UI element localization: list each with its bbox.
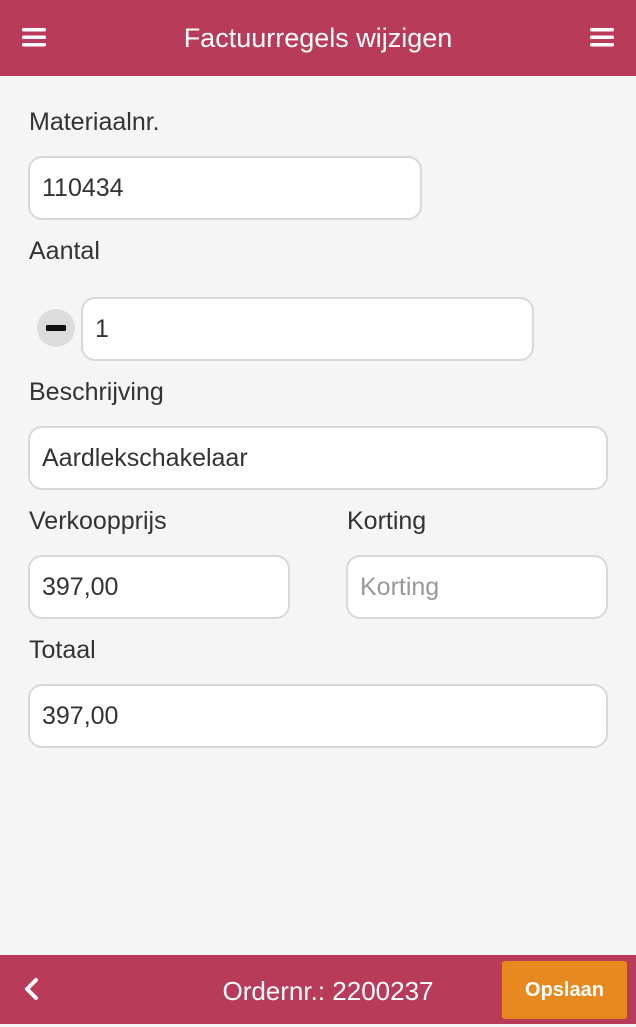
discount-input[interactable]: [346, 555, 608, 619]
sale-price-input[interactable]: [28, 555, 290, 619]
total-input[interactable]: [28, 684, 608, 748]
quantity-label: Aantal: [29, 237, 100, 265]
price-label: Verkoopprijs: [29, 507, 167, 535]
description-input[interactable]: [28, 426, 608, 490]
save-button[interactable]: Opslaan: [502, 961, 627, 1019]
material-label: Materiaalnr.: [29, 108, 160, 136]
options-menu-icon[interactable]: [588, 24, 616, 52]
total-label: Totaal: [29, 636, 96, 664]
page-title: Factuurregels wijzigen: [183, 23, 453, 53]
material-number-input[interactable]: [28, 156, 422, 220]
quantity-input[interactable]: [81, 297, 534, 361]
order-number: Ordernr.: 2200237: [222, 976, 434, 1006]
app-header: Factuurregels wijzigen: [0, 0, 636, 76]
description-label: Beschrijving: [29, 378, 164, 406]
discount-label: Korting: [347, 507, 427, 535]
minus-icon[interactable]: [37, 309, 75, 347]
minus-bar: [46, 325, 66, 331]
app-footer: Ordernr.: 2200237 Opslaan: [0, 955, 636, 1024]
chevron-left-icon[interactable]: [18, 975, 46, 1003]
